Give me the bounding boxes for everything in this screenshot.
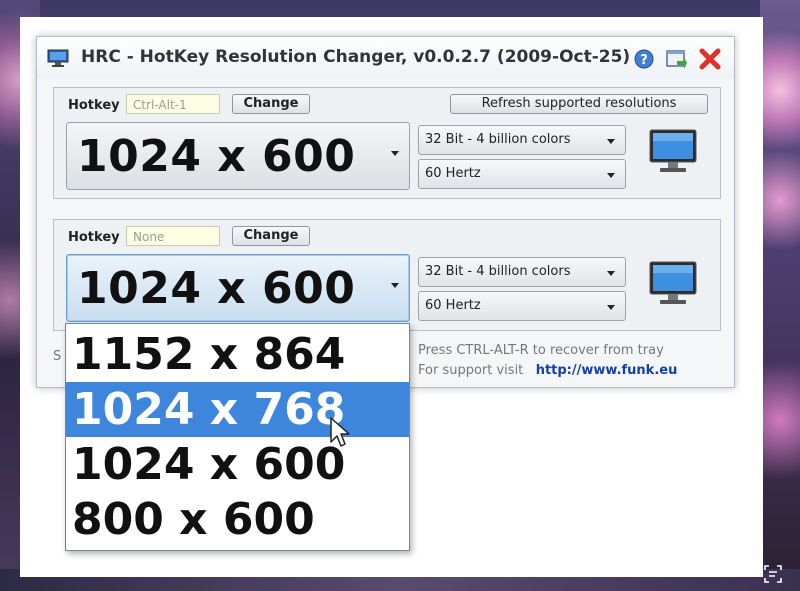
refresh-resolutions-button[interactable]: Refresh supported resolutions [450, 94, 708, 114]
chevron-down-icon [607, 271, 615, 276]
refresh-rate-select[interactable]: 60 Hertz [418, 291, 626, 321]
chevron-down-icon [391, 283, 399, 288]
title-bar: HRC - HotKey Resolution Changer, v0.0.2.… [37, 37, 734, 79]
refresh-rate-value: 60 Hertz [425, 166, 481, 181]
hotkey-field[interactable]: None [126, 226, 220, 246]
monitor-icon[interactable] [648, 260, 698, 306]
help-icon[interactable]: ? [633, 48, 655, 70]
app-monitor-icon [47, 49, 69, 67]
dropdown-option-highlighted[interactable]: 1024 x 768 [66, 382, 409, 437]
scan-icon[interactable] [764, 565, 782, 583]
mouse-pointer-icon [330, 417, 350, 447]
chevron-down-icon [607, 139, 615, 144]
support-link[interactable]: http://www.funk.eu [536, 363, 678, 378]
resolution-value: 1024 x 600 [77, 263, 356, 314]
support-line: For support visit http://www.funk.eu [418, 363, 677, 378]
monitor-icon[interactable] [648, 128, 698, 174]
hotkey-label: Hotkey [68, 230, 120, 245]
resolution-select[interactable]: 1024 x 600 [66, 254, 410, 322]
profile-panel-2: Hotkey None Change 1024 x 600 32 Bit - 4… [53, 219, 721, 331]
dropdown-option[interactable]: 800 x 600 [66, 492, 409, 547]
color-depth-select[interactable]: 32 Bit - 4 billion colors [418, 257, 626, 287]
refresh-rate-value: 60 Hertz [425, 298, 481, 313]
color-depth-value: 32 Bit - 4 billion colors [425, 264, 571, 279]
refresh-rate-select[interactable]: 60 Hertz [418, 159, 626, 189]
resolution-dropdown-list: 1152 x 864 1024 x 768 1024 x 600 800 x 6… [65, 323, 410, 551]
profile-panel-1: Hotkey Ctrl-Alt-1 Change Refresh support… [53, 87, 721, 199]
window-title: HRC - HotKey Resolution Changer, v0.0.2.… [81, 47, 631, 67]
change-hotkey-button[interactable]: Change [232, 226, 310, 246]
svg-text:?: ? [640, 53, 648, 68]
status-text-fragment: S [53, 349, 62, 364]
resolution-value: 1024 x 600 [77, 131, 356, 182]
dropdown-option[interactable]: 1152 x 864 [66, 327, 409, 382]
recover-hint: Press CTRL-ALT-R to recover from tray [418, 343, 664, 358]
hotkey-label: Hotkey [68, 98, 120, 113]
dropdown-option[interactable]: 1024 x 600 [66, 437, 409, 492]
wallpaper-right [760, 0, 800, 591]
color-depth-select[interactable]: 32 Bit - 4 billion colors [418, 125, 626, 155]
chevron-down-icon [391, 151, 399, 156]
resolution-select[interactable]: 1024 x 600 [66, 122, 410, 190]
support-prefix: For support visit [418, 363, 524, 378]
change-hotkey-button[interactable]: Change [232, 94, 310, 114]
chevron-down-icon [607, 173, 615, 178]
close-icon[interactable] [699, 48, 721, 70]
color-depth-value: 32 Bit - 4 billion colors [425, 132, 571, 147]
chevron-down-icon [607, 305, 615, 310]
hotkey-field[interactable]: Ctrl-Alt-1 [126, 94, 220, 114]
minimize-to-tray-icon[interactable] [665, 48, 687, 70]
